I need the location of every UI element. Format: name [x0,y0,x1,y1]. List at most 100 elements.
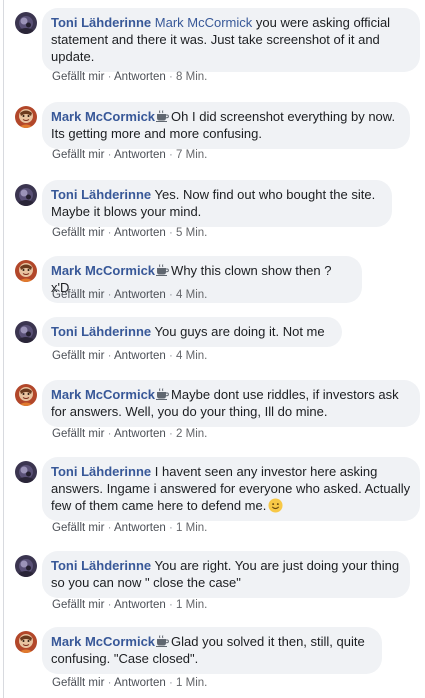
like-link[interactable]: Gefällt mir [52,289,104,301]
author-name[interactable]: Mark McCormick [51,109,155,124]
comment-bubble: Mark McCormick Maybe dont use riddles, if… [42,380,420,427]
comment-actions: Gefällt mir · Antworten · 8 Min. [52,71,207,83]
comment-text-line: Maybe it blows your mind. [51,204,202,219]
comment-text-line: I havent seen any investor here asking [154,464,378,479]
avatar[interactable] [15,106,37,128]
reply-link[interactable]: Antworten [114,227,166,239]
author-name[interactable]: Toni Lähderinne [51,15,151,30]
like-link[interactable]: Gefällt mir [52,522,104,534]
comment-bubble: Toni Lähderinne Mark McCormick you were … [42,8,420,72]
separator-dot: · [107,677,112,689]
comment-text-line: Maybe dont use riddles, if investors ask [171,387,399,402]
reply-link[interactable]: Antworten [114,289,166,301]
comment-actions: Gefällt mir · Antworten · 1 Min. [52,599,207,611]
comment-timestamp[interactable]: 1 Min. [176,677,207,689]
like-link[interactable]: Gefällt mir [52,227,104,239]
avatar[interactable] [15,384,37,406]
coffee-cup-icon [155,263,171,278]
thread-line [3,0,4,698]
comment-text-line: confusing. "Case closed". [51,651,199,666]
comment-bubble: Toni Lähderinne I havent seen any invest… [42,457,420,521]
comment-actions: Gefällt mir · Antworten · 7 Min. [52,149,207,161]
avatar[interactable] [15,12,37,34]
avatar[interactable] [15,184,37,206]
comment-text-line: Oh I did screenshot everything by now. [171,109,396,124]
comment-bubble: Toni Lähderinne Yes. Now find out who bo… [42,180,392,227]
avatar[interactable] [15,461,37,483]
separator-dot: · [107,350,112,362]
reply-link[interactable]: Antworten [114,522,166,534]
comment-timestamp[interactable]: 4 Min. [176,350,207,362]
comment-timestamp[interactable]: 4 Min. [176,289,207,301]
author-name[interactable]: Toni Lähderinne [51,324,151,339]
comment-timestamp[interactable]: 5 Min. [176,227,207,239]
coffee-cup-icon [155,109,171,124]
separator-dot: · [169,289,173,301]
separator-dot: · [169,227,173,239]
author-name[interactable]: Toni Lähderinne [51,558,151,573]
comment-text-line: few of them came here to defend me. [51,498,267,513]
author-name[interactable]: Toni Lähderinne [51,187,151,202]
separator-dot: · [169,599,173,611]
avatar[interactable] [15,321,37,343]
author-name[interactable]: Mark McCormick [51,634,155,649]
coffee-cup-icon [155,387,171,402]
coffee-cup-icon [155,634,171,649]
separator-dot: · [107,428,112,440]
comment-actions: Gefällt mir · Antworten · 4 Min. [52,289,207,301]
comment-bubble: Mark McCormick Oh I did screenshot everyt… [42,102,410,149]
comment-bubble: Toni Lähderinne You guys are doing it. N… [42,317,342,347]
comment-text-line: statement and there it was. Just take sc… [51,32,380,47]
comment-text-line: answers. Ingame i answered for everyone … [51,481,411,496]
reply-link[interactable]: Antworten [114,149,166,161]
comment-text-line: Its getting more and more confusing. [51,126,263,141]
comment-actions: Gefällt mir · Antworten · 1 Min. [52,677,207,689]
comment-text-line: for answers. Well, you do your thing, Il… [51,404,328,419]
separator-dot: · [169,149,173,161]
reply-link[interactable]: Antworten [114,350,166,362]
comment-thread: Toni Lähderinne Mark McCormick you were … [0,0,425,698]
like-link[interactable]: Gefällt mir [52,350,104,362]
separator-dot: · [107,149,112,161]
avatar[interactable] [15,555,37,577]
reply-link[interactable]: Antworten [114,428,166,440]
comment-timestamp[interactable]: 1 Min. [176,522,207,534]
like-link[interactable]: Gefällt mir [52,428,104,440]
like-link[interactable]: Gefällt mir [52,149,104,161]
separator-dot: · [107,599,112,611]
comment-text-line: update. [51,49,95,64]
author-name[interactable]: Mark McCormick [51,387,155,402]
comment-actions: Gefällt mir · Antworten · 4 Min. [52,350,207,362]
reply-link[interactable]: Antworten [114,599,166,611]
comment-actions: Gefällt mir · Antworten · 1 Min. [52,522,207,534]
comment-timestamp[interactable]: 1 Min. [176,599,207,611]
comment-text-line: so you can now " close the case" [51,575,241,590]
comment-bubble: Mark McCormick Glad you solved it then, s… [42,627,382,674]
comment-actions: Gefällt mir · Antworten · 5 Min. [52,227,207,239]
separator-dot: · [107,71,112,83]
separator-dot: · [107,522,112,534]
like-link[interactable]: Gefällt mir [52,599,104,611]
comment-text-line: Yes. Now find out who bought the site. [154,187,376,202]
author-name[interactable]: Mark McCormick [51,263,155,278]
avatar[interactable] [15,260,37,282]
separator-dot: · [169,428,173,440]
separator-dot: · [169,677,173,689]
comment-text-line: You are right. You are just doing your t… [154,558,400,573]
reply-link[interactable]: Antworten [114,71,166,83]
comment-text-line: Glad you solved it then, still, quite [171,634,365,649]
reply-link[interactable]: Antworten [114,677,166,689]
like-link[interactable]: Gefällt mir [52,677,104,689]
comment-text-line: You guys are doing it. Not me [154,324,325,339]
comment-timestamp[interactable]: 8 Min. [176,71,207,83]
comment-actions: Gefällt mir · Antworten · 2 Min. [52,428,207,440]
comment-bubble: Toni Lähderinne You are right. You are j… [42,551,410,598]
separator-dot: · [169,350,173,362]
like-link[interactable]: Gefällt mir [52,71,104,83]
avatar[interactable] [15,631,37,653]
comment-timestamp[interactable]: 2 Min. [176,428,207,440]
mention-link[interactable]: Mark McCormick [155,15,253,30]
comment-timestamp[interactable]: 7 Min. [176,149,207,161]
author-name[interactable]: Toni Lähderinne [51,464,151,479]
separator-dot: · [169,71,173,83]
